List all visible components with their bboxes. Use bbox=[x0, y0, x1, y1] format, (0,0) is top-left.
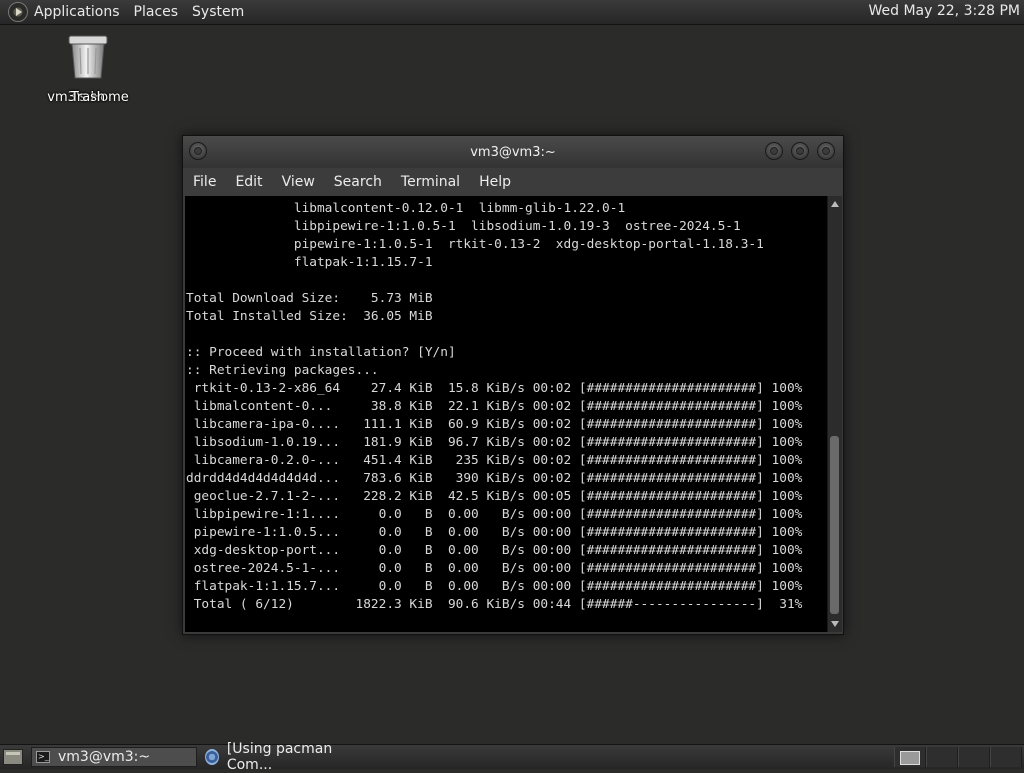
terminal-icon: >_ bbox=[36, 751, 50, 763]
window-titlebar[interactable]: vm3@vm3:~ bbox=[183, 136, 843, 168]
trash-icon bbox=[68, 35, 108, 79]
top-panel: Applications Places System Wed May 22, 3… bbox=[0, 0, 1024, 25]
workspace-3[interactable] bbox=[958, 747, 990, 767]
workspace-4[interactable] bbox=[990, 747, 1022, 767]
task-terminal[interactable]: >_ vm3@vm3:~ bbox=[31, 747, 197, 767]
terminal-output[interactable]: libmalcontent-0.12.0-1 libmm-glib-1.22.0… bbox=[185, 196, 827, 632]
menu-terminal[interactable]: Terminal bbox=[391, 174, 469, 190]
task-label: [Using pacman Com... bbox=[226, 741, 333, 773]
task-label: vm3@vm3:~ bbox=[58, 749, 151, 765]
menu-places[interactable]: Places bbox=[134, 4, 179, 20]
scroll-up-arrow-icon[interactable] bbox=[831, 201, 839, 207]
vertical-scrollbar[interactable] bbox=[827, 196, 842, 632]
show-desktop-icon[interactable] bbox=[3, 749, 23, 765]
menu-system[interactable]: System bbox=[192, 4, 244, 20]
desktop-icon-label: vm3's Home Trash bbox=[46, 90, 130, 106]
browser-icon bbox=[205, 749, 219, 765]
window-title: vm3@vm3:~ bbox=[470, 144, 556, 160]
menu-edit[interactable]: Edit bbox=[225, 174, 271, 190]
workspace-1[interactable] bbox=[894, 747, 926, 767]
maximize-button[interactable] bbox=[791, 142, 809, 160]
minimize-button[interactable] bbox=[765, 142, 783, 160]
trash-label: Trash bbox=[70, 90, 106, 105]
close-button[interactable] bbox=[817, 142, 835, 160]
terminal-window: vm3@vm3:~ File Edit View Search Terminal… bbox=[182, 135, 844, 635]
workspace-2[interactable] bbox=[926, 747, 958, 767]
scroll-down-arrow-icon[interactable] bbox=[831, 621, 839, 627]
desktop-icon-trash[interactable]: vm3's Home Trash bbox=[46, 34, 130, 106]
task-browser[interactable]: [Using pacman Com... bbox=[201, 741, 361, 773]
terminal-menubar: File Edit View Search Terminal Help bbox=[183, 168, 843, 196]
distro-logo-icon[interactable] bbox=[8, 2, 28, 22]
clock[interactable]: Wed May 22, 3:28 PM bbox=[869, 3, 1021, 19]
menu-file[interactable]: File bbox=[183, 174, 225, 190]
menu-help[interactable]: Help bbox=[469, 174, 520, 190]
terminal-text: libmalcontent-0.12.0-1 libmm-glib-1.22.0… bbox=[186, 201, 803, 612]
menu-view[interactable]: View bbox=[272, 174, 324, 190]
bottom-panel: >_ vm3@vm3:~ [Using pacman Com... bbox=[0, 741, 1024, 773]
scrollbar-thumb[interactable] bbox=[830, 436, 839, 614]
workspace-switcher bbox=[894, 747, 1022, 767]
menu-search[interactable]: Search bbox=[324, 174, 391, 190]
menu-applications[interactable]: Applications bbox=[34, 4, 120, 20]
window-menu-button[interactable] bbox=[189, 142, 207, 160]
